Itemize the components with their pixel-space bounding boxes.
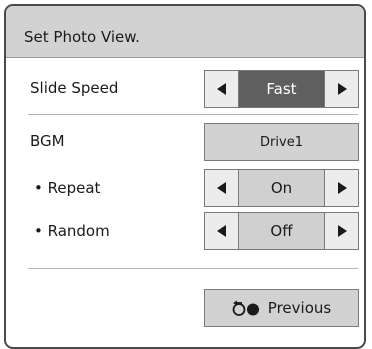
bgm-label: BGM	[30, 132, 65, 150]
repeat-previous-button[interactable]	[205, 170, 239, 206]
previous-button[interactable]: Previous	[204, 289, 359, 327]
repeat-next-button[interactable]	[324, 170, 358, 206]
left-arrow-icon	[216, 225, 226, 237]
slide-speed-value[interactable]: Fast	[239, 71, 324, 107]
repeat-stepper[interactable]: On	[204, 169, 359, 207]
random-label: • Random	[34, 222, 110, 240]
slide-speed-stepper[interactable]: Fast	[204, 70, 359, 108]
dialog-title: Set Photo View.	[24, 28, 140, 46]
random-stepper[interactable]: Off	[204, 212, 359, 250]
right-arrow-icon	[337, 182, 347, 194]
bgm-select-button[interactable]: Drive1	[204, 123, 359, 161]
back-return-icon	[232, 300, 259, 316]
right-arrow-icon	[337, 83, 347, 95]
random-value[interactable]: Off	[239, 213, 324, 249]
slide-speed-next-button[interactable]	[324, 71, 358, 107]
left-arrow-icon	[216, 182, 226, 194]
section-divider	[28, 114, 358, 115]
slide-speed-previous-button[interactable]	[205, 71, 239, 107]
dialog-title-bar: Set Photo View.	[6, 6, 364, 58]
repeat-label: • Repeat	[34, 179, 101, 197]
previous-button-label: Previous	[267, 299, 332, 317]
photo-view-settings-dialog: Set Photo View. Slide Speed Fast BGM Dri…	[4, 4, 366, 349]
left-arrow-icon	[216, 83, 226, 95]
slide-speed-label: Slide Speed	[30, 79, 119, 97]
repeat-value[interactable]: On	[239, 170, 324, 206]
footer-divider	[28, 268, 358, 269]
random-next-button[interactable]	[324, 213, 358, 249]
right-arrow-icon	[337, 225, 347, 237]
random-previous-button[interactable]	[205, 213, 239, 249]
